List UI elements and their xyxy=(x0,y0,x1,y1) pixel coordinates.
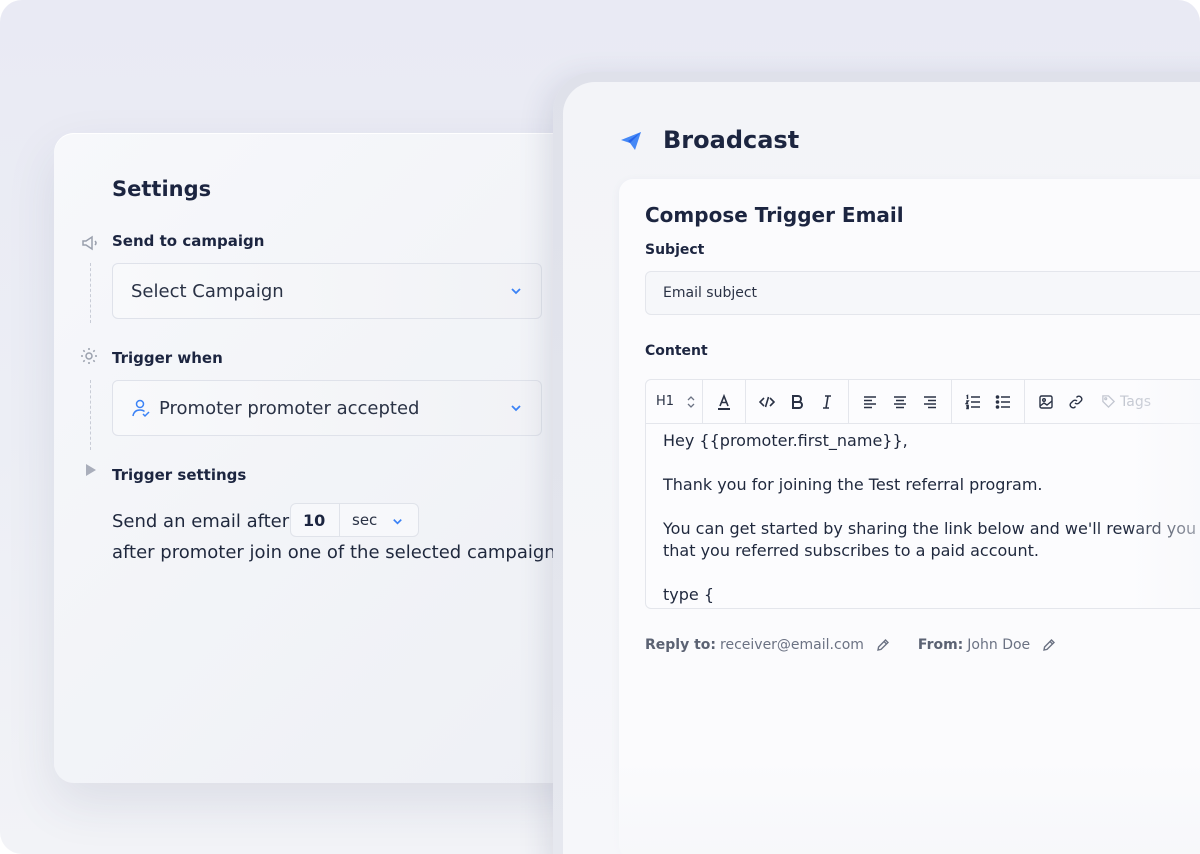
updown-chevron-icon xyxy=(687,395,695,408)
ordered-list-button[interactable] xyxy=(958,387,988,417)
body-line: that you referred subscribes to a paid a… xyxy=(663,541,1039,560)
ordered-list-icon xyxy=(965,393,980,409)
delay-unit-value: sec xyxy=(352,511,378,529)
content-editor[interactable]: H1 Tags Hey {{promoter.first_name}}, Tha… xyxy=(645,379,1200,609)
code-icon xyxy=(759,396,775,407)
link-button[interactable] xyxy=(1061,387,1091,417)
trigger-settings-label: Trigger settings xyxy=(112,466,247,484)
heading-group: H1 xyxy=(646,380,703,423)
heading-select-value: H1 xyxy=(656,394,675,409)
send-email-after-text: Send an email after xyxy=(112,511,290,532)
code-button[interactable] xyxy=(752,387,782,417)
campaign-select[interactable]: Select Campaign xyxy=(112,263,542,319)
edit-from-icon[interactable] xyxy=(1042,638,1056,652)
image-button[interactable] xyxy=(1031,387,1061,417)
user-check-icon xyxy=(132,399,150,418)
trigger-select[interactable]: Promoter promoter accepted xyxy=(112,380,542,436)
heading-select[interactable]: H1 xyxy=(646,394,702,409)
delay-unit-select[interactable]: sec xyxy=(339,503,419,537)
chevron-down-icon xyxy=(511,288,521,295)
bold-icon xyxy=(792,394,803,409)
tags-label: Tags xyxy=(1120,393,1151,410)
from-value: John Doe xyxy=(967,637,1031,653)
edit-reply-to-icon[interactable] xyxy=(876,638,890,652)
bullet-list-icon xyxy=(995,394,1010,409)
delay-number-input[interactable]: 10 xyxy=(290,503,340,537)
tag-icon xyxy=(1102,395,1116,409)
align-left-button[interactable] xyxy=(855,387,885,417)
italic-icon xyxy=(823,394,831,409)
campaign-select-value: Select Campaign xyxy=(131,280,284,302)
image-icon xyxy=(1039,394,1053,409)
link-icon xyxy=(1069,395,1083,408)
send-plane-icon xyxy=(621,132,641,150)
content-label: Content xyxy=(645,343,708,359)
send-to-campaign-label: Send to campaign xyxy=(112,232,265,250)
align-right-icon xyxy=(924,395,936,408)
after-promoter-join-text: after promoter join one of the selected … xyxy=(112,542,556,563)
list-group xyxy=(952,380,1025,423)
email-meta-row: Reply to: receiver@email.com From: John … xyxy=(645,637,1056,653)
gear-icon xyxy=(81,348,97,364)
body-line: type { xyxy=(663,585,715,604)
align-right-button[interactable] xyxy=(915,387,945,417)
align-left-icon xyxy=(864,395,876,408)
chevron-down-icon xyxy=(511,405,521,412)
from-label: From: xyxy=(917,637,964,653)
editor-body[interactable]: Hey {{promoter.first_name}}, Thank you f… xyxy=(646,424,1200,608)
format-group xyxy=(746,380,849,423)
italic-button[interactable] xyxy=(812,387,842,417)
megaphone-icon xyxy=(82,235,97,251)
subject-label: Subject xyxy=(645,242,705,258)
broadcast-title: Broadcast xyxy=(663,126,800,154)
settings-card: Settings Send to campaign Select Campaig… xyxy=(54,133,594,783)
settings-title: Settings xyxy=(112,177,212,201)
reply-to-label: Reply to: xyxy=(645,637,717,653)
reply-to-value: receiver@email.com xyxy=(720,637,864,653)
step-connector xyxy=(90,380,91,450)
compose-card: Compose Trigger Email Subject Email subj… xyxy=(619,179,1200,854)
step-connector xyxy=(90,263,91,323)
align-group xyxy=(849,380,952,423)
editor-toolbar: H1 Tags xyxy=(646,380,1200,424)
align-center-icon xyxy=(894,395,906,408)
color-group xyxy=(703,380,746,423)
align-center-button[interactable] xyxy=(885,387,915,417)
body-line: Hey {{promoter.first_name}}, xyxy=(663,431,908,450)
body-line: You can get started by sharing the link … xyxy=(663,519,1200,538)
bold-button[interactable] xyxy=(782,387,812,417)
text-color-icon xyxy=(718,393,730,410)
trigger-when-label: Trigger when xyxy=(112,349,223,367)
tags-button[interactable]: Tags xyxy=(1091,394,1151,410)
trigger-select-value: Promoter promoter accepted xyxy=(159,397,420,419)
body-line: Thank you for joining the Test referral … xyxy=(663,475,1043,494)
play-triangle-icon[interactable] xyxy=(84,463,98,477)
bullet-list-button[interactable] xyxy=(988,387,1018,417)
chevron-down-icon xyxy=(393,519,402,525)
compose-title: Compose Trigger Email xyxy=(645,203,904,227)
broadcast-panel: Broadcast Compose Trigger Email Subject … xyxy=(563,82,1200,854)
text-color-button[interactable] xyxy=(709,387,739,417)
insert-group: Tags xyxy=(1025,380,1157,423)
subject-input[interactable]: Email subject xyxy=(645,271,1200,315)
